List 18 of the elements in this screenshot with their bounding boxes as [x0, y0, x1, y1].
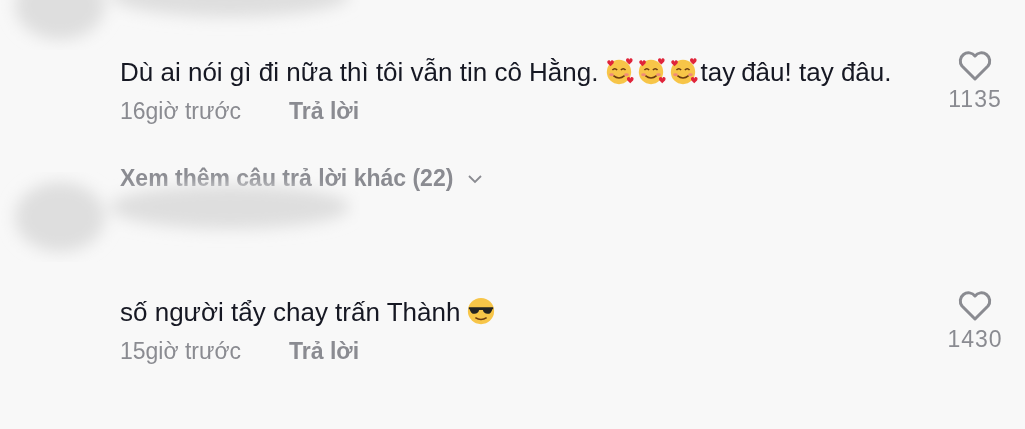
smiling-face-with-hearts-icon	[668, 56, 699, 86]
chevron-down-icon	[467, 173, 484, 184]
reply-link[interactable]: Trả lời	[289, 338, 360, 365]
comment-time: 16giờ trước	[120, 98, 241, 125]
like-count: 1430	[947, 326, 1003, 353]
smiling-face-with-hearts-icon	[604, 56, 635, 86]
heart-icon[interactable]	[957, 50, 993, 82]
like-count: 1135	[948, 86, 1002, 113]
comment-text: đâu! tay đâu.	[741, 57, 892, 87]
comment-text: Dù ai nói gì đi nữa thì tôi vẫn tin cô Hằng.	[120, 57, 599, 87]
view-more-replies-link[interactable]: Xem thêm câu trả lời khác (22)	[120, 165, 484, 192]
comment-text: số người tẩy chay trấn Thành	[120, 297, 461, 327]
face-with-sunglasses-icon	[466, 296, 497, 326]
heart-icon[interactable]	[957, 290, 993, 322]
comment-text: tay	[700, 57, 736, 87]
smiling-face-with-hearts-icon	[636, 56, 667, 86]
comment-time: 15giờ trước	[120, 338, 241, 365]
reply-link[interactable]: Trả lời	[289, 98, 360, 125]
